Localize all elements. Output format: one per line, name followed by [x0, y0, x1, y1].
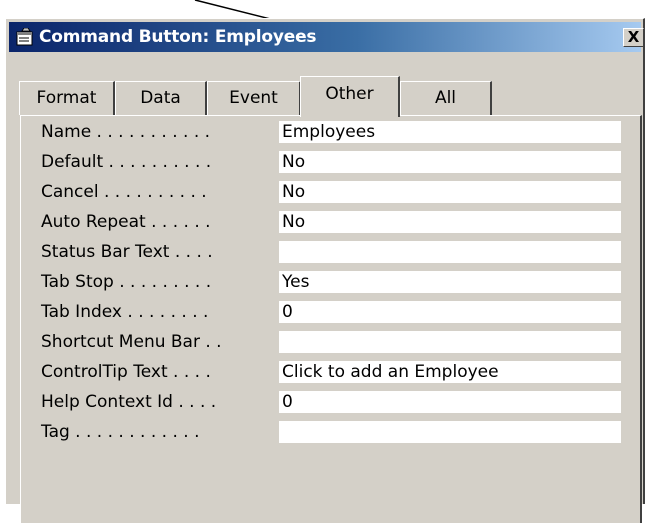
property-label: Help Context Id . . . .	[41, 392, 217, 412]
property-sheet-window: Command Button: Employees X Format Data …	[5, 18, 645, 523]
property-value-field[interactable]: No	[279, 211, 621, 233]
property-label: Cancel . . . . . . . . . .	[41, 182, 207, 202]
properties-sheet-icon	[16, 27, 34, 46]
tab-label: Data	[140, 88, 181, 108]
property-value-field[interactable]: Click to add an Employee	[279, 361, 621, 383]
property-value-field[interactable]: Yes	[279, 271, 621, 293]
property-value-field[interactable]: Employees	[279, 121, 621, 143]
property-value-field[interactable]: No	[279, 151, 621, 173]
property-label: ControlTip Text . . . .	[41, 362, 211, 382]
tab-data[interactable]: Data	[115, 81, 207, 115]
tab-other[interactable]: Other	[300, 76, 400, 117]
property-label: Default . . . . . . . . . .	[41, 152, 212, 172]
property-value-field[interactable]	[279, 241, 621, 263]
property-value-field[interactable]: No	[279, 181, 621, 203]
tab-label: All	[434, 88, 457, 108]
property-label: Tab Index . . . . . . . .	[41, 302, 209, 322]
window-title: Command Button: Employees	[39, 27, 317, 47]
property-label: Tag . . . . . . . . . . . .	[41, 422, 200, 442]
property-label: Shortcut Menu Bar . .	[41, 332, 222, 352]
tab-label: Format	[36, 88, 97, 108]
title-bar[interactable]: Command Button: Employees X	[9, 22, 644, 52]
close-button[interactable]: X	[623, 28, 644, 47]
properties-panel: Name . . . . . . . . . . . Employees Def…	[20, 115, 642, 523]
tab-all[interactable]: All	[400, 81, 492, 115]
tab-event[interactable]: Event	[207, 81, 301, 115]
property-label: Tab Stop . . . . . . . . .	[41, 272, 212, 292]
property-value-field[interactable]	[279, 331, 621, 353]
property-label: Status Bar Text . . . .	[41, 242, 213, 262]
property-value-field[interactable]: 0	[279, 301, 621, 323]
property-label: Auto Repeat . . . . . .	[41, 212, 211, 232]
property-label: Name . . . . . . . . . . .	[41, 122, 211, 142]
close-icon: X	[627, 28, 640, 46]
tab-label: Event	[229, 88, 278, 108]
property-value-field[interactable]: 0	[279, 391, 621, 413]
tab-label: Other	[325, 84, 374, 104]
tab-format[interactable]: Format	[19, 81, 115, 115]
property-value-field[interactable]	[279, 421, 621, 443]
